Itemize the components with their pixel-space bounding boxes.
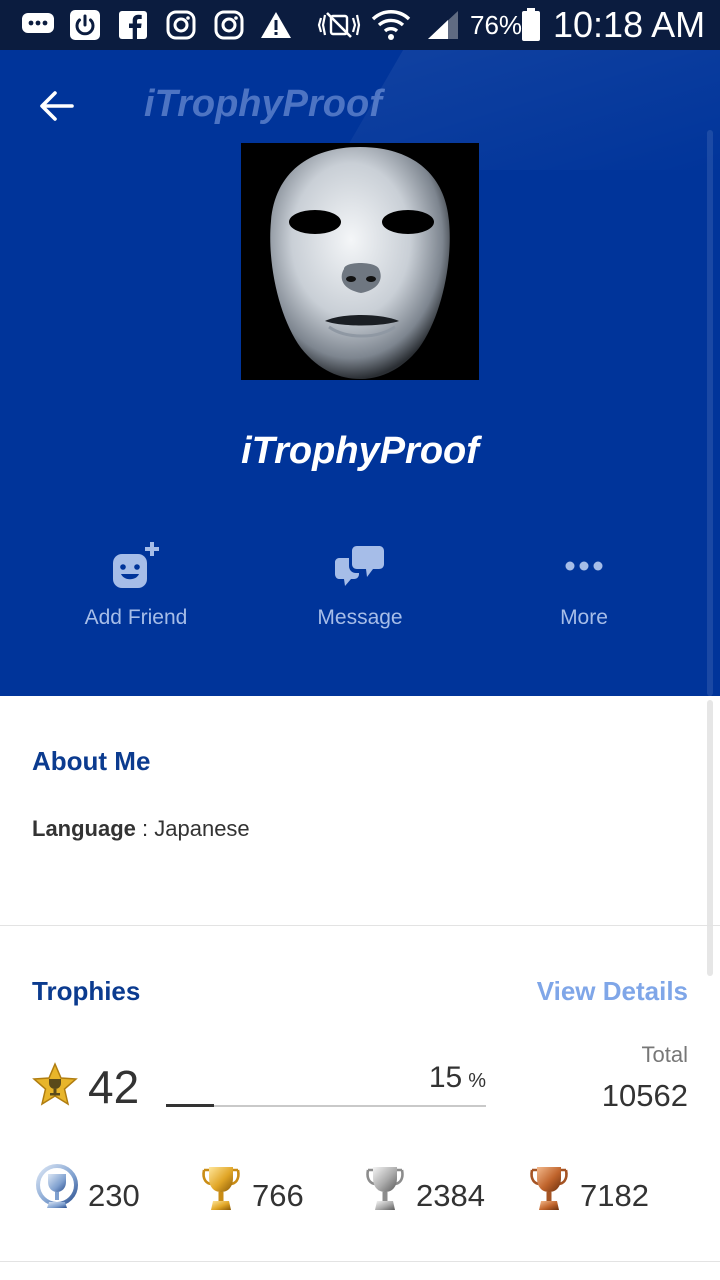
header-title: iTrophyProof xyxy=(144,83,382,125)
bottom-divider xyxy=(0,1261,720,1262)
message-button[interactable]: Message xyxy=(250,530,470,640)
add-friend-label: Add Friend xyxy=(84,606,188,629)
instagram-icon xyxy=(212,8,246,42)
level-progress-bar xyxy=(166,1104,486,1107)
back-button[interactable] xyxy=(34,84,78,128)
language-row: Language : Japanese xyxy=(32,816,250,842)
more-dots-icon xyxy=(565,561,603,571)
language-label: Language xyxy=(32,816,136,841)
silver-trophy-icon xyxy=(366,1167,404,1210)
avatar[interactable] xyxy=(241,143,479,380)
message-bubbles-icon xyxy=(335,546,384,586)
clock: 10:18 AM xyxy=(553,4,706,45)
facebook-icon xyxy=(116,8,150,42)
gold-count: 766 xyxy=(252,1178,304,1213)
level-progress-fill xyxy=(166,1104,214,1107)
total-label: Total xyxy=(641,1042,688,1067)
status-bar: 76% 10:18 AM xyxy=(0,0,720,50)
language-value: Japanese xyxy=(154,816,250,841)
more-button[interactable]: More xyxy=(474,530,694,640)
more-label: More xyxy=(560,606,608,629)
trophy-level: 42 xyxy=(88,1061,140,1113)
level-progress-percent: 15% xyxy=(429,1061,486,1095)
add-friend-icon xyxy=(113,542,159,588)
language-separator: : xyxy=(135,816,155,841)
bronze-count: 7182 xyxy=(580,1178,649,1213)
bronze-trophy-icon xyxy=(530,1167,568,1210)
white-mask-avatar xyxy=(241,143,479,380)
message-label: Message xyxy=(317,606,403,629)
gold-trophy-icon xyxy=(202,1167,240,1210)
signal-icon xyxy=(424,8,462,42)
wifi-icon xyxy=(370,8,412,42)
trophy-level-star-icon xyxy=(32,1062,78,1106)
platinum-trophy-icon xyxy=(36,1164,78,1208)
battery-icon xyxy=(520,8,542,42)
silver-count: 2384 xyxy=(416,1178,485,1213)
arrow-left-icon xyxy=(40,91,74,121)
header-scroll-track xyxy=(707,130,713,696)
total-value: 10562 xyxy=(601,1078,688,1113)
warning-icon xyxy=(258,8,294,42)
instagram-icon xyxy=(164,8,198,42)
profile-header: iTrophyProof iTrophyProof Add Friend Mes… xyxy=(0,50,720,696)
scrollbar[interactable] xyxy=(707,700,713,976)
progress-value: 15 xyxy=(428,1061,463,1094)
profile-name: iTrophyProof xyxy=(241,430,479,472)
section-divider xyxy=(0,925,720,926)
add-friend-button[interactable]: Add Friend xyxy=(26,530,246,640)
progress-unit: % xyxy=(468,1070,486,1092)
about-me-title: About Me xyxy=(32,746,151,776)
mute-icon xyxy=(314,8,364,42)
battery-percent: 76% xyxy=(470,10,523,40)
platinum-count: 230 xyxy=(88,1178,140,1213)
view-details-link[interactable]: View Details xyxy=(537,976,688,1007)
power-icon xyxy=(68,8,102,42)
trophies-title: Trophies xyxy=(32,976,141,1006)
message-icon xyxy=(20,8,56,42)
